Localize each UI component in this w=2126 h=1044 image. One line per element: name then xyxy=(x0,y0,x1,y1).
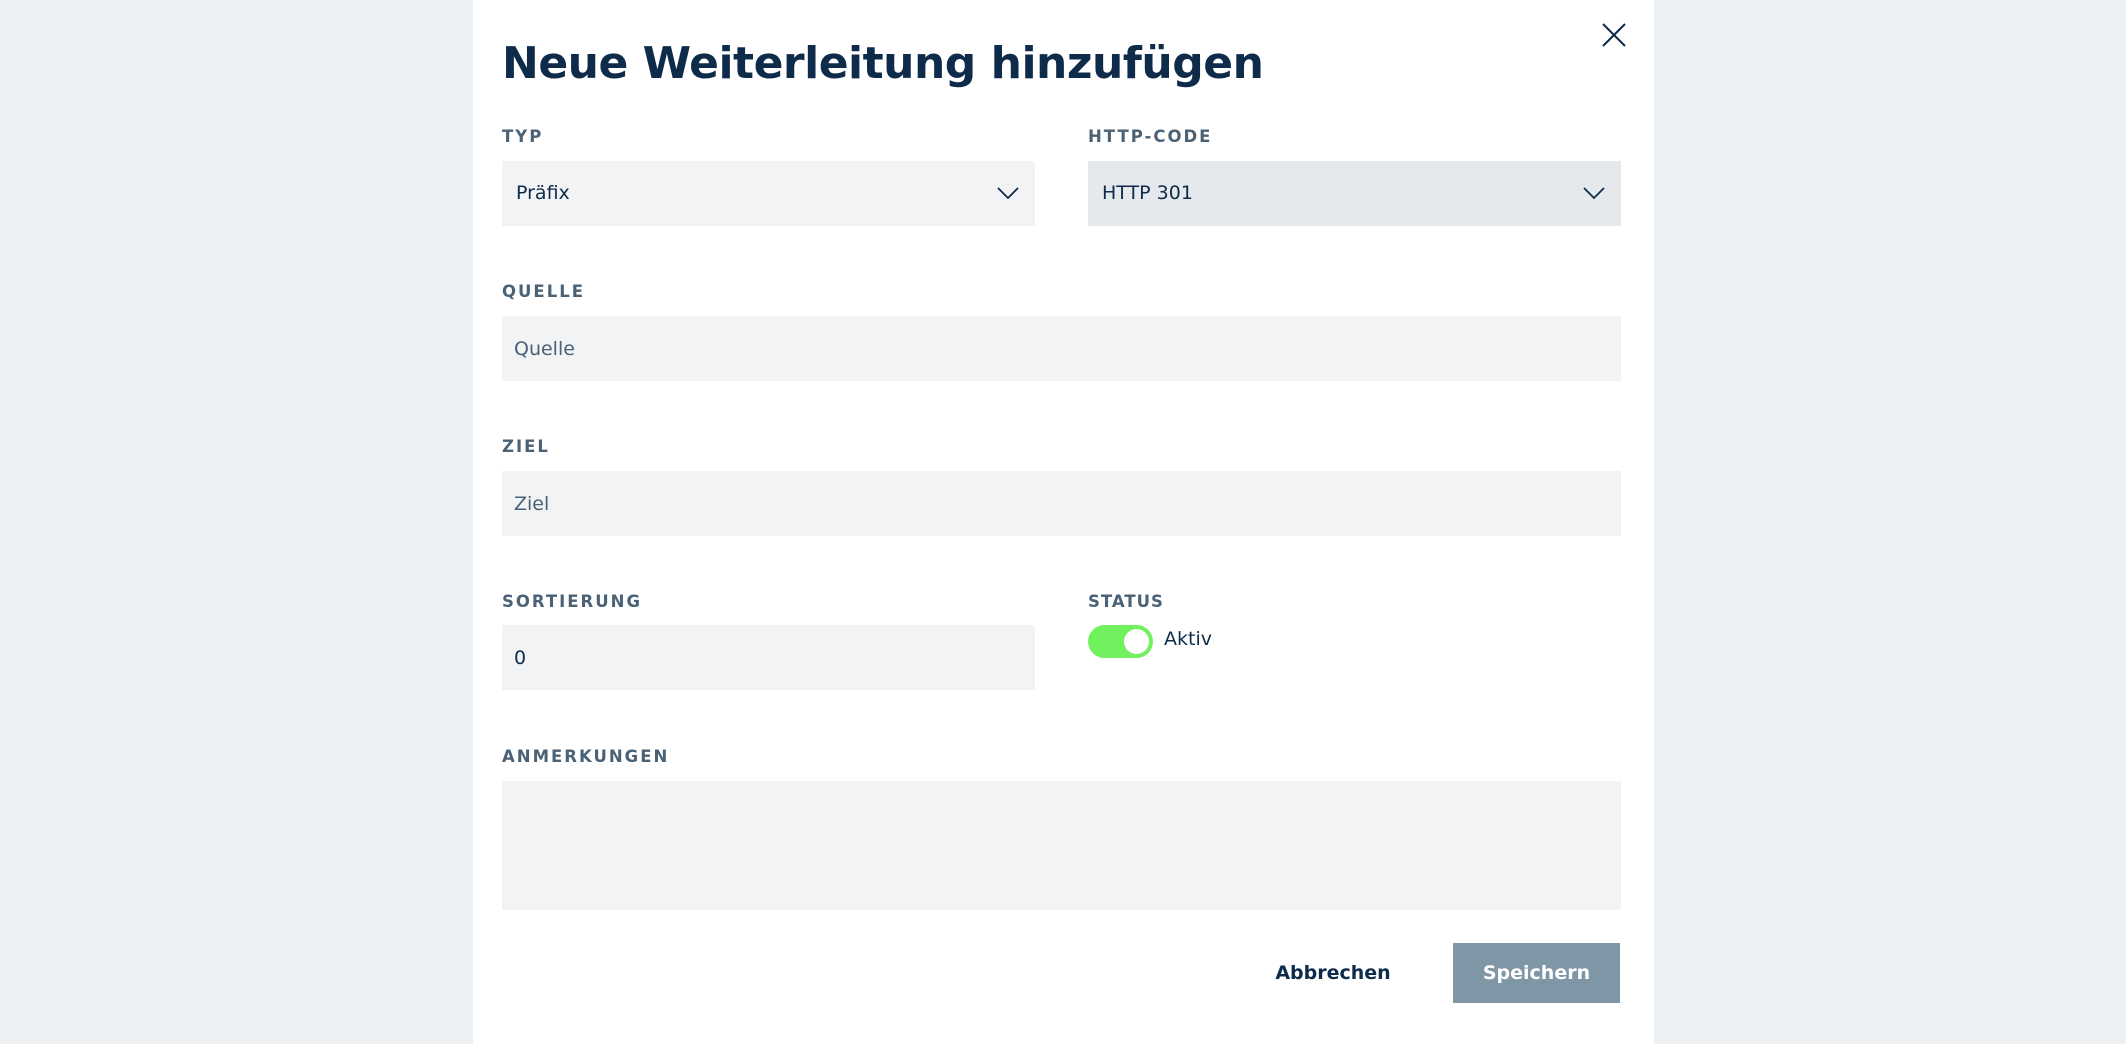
http-code-select[interactable]: HTTP 301 xyxy=(1088,161,1621,226)
anmerkungen-textarea[interactable] xyxy=(502,781,1621,910)
ziel-input[interactable] xyxy=(502,471,1621,536)
chevron-down-icon xyxy=(1583,187,1605,200)
quelle-input[interactable] xyxy=(502,316,1621,381)
dialog-title: Neue Weiterleitung hinzufügen xyxy=(502,38,1264,89)
http-code-select-value: HTTP 301 xyxy=(1102,182,1193,204)
redirect-dialog: Neue Weiterleitung hinzufügen TYP Präfix… xyxy=(473,0,1654,1044)
chevron-down-icon xyxy=(997,187,1019,200)
quelle-label: QUELLE xyxy=(502,282,585,301)
status-label: STATUS xyxy=(1088,592,1164,611)
close-button[interactable] xyxy=(1601,22,1627,48)
status-toggle[interactable] xyxy=(1088,625,1153,658)
status-toggle-label: Aktiv xyxy=(1164,628,1212,650)
ziel-label: ZIEL xyxy=(502,437,550,456)
sortierung-input[interactable] xyxy=(502,625,1035,690)
anmerkungen-label: ANMERKUNGEN xyxy=(502,747,670,766)
cancel-button[interactable]: Abbrechen xyxy=(1263,943,1403,1003)
toggle-knob xyxy=(1124,629,1149,654)
typ-select-value: Präfix xyxy=(516,182,570,204)
typ-select[interactable]: Präfix xyxy=(502,161,1035,226)
typ-label: TYP xyxy=(502,127,544,146)
sortierung-label: SORTIERUNG xyxy=(502,592,642,611)
http-code-label: HTTP-CODE xyxy=(1088,127,1213,146)
close-icon xyxy=(1602,23,1626,47)
save-button[interactable]: Speichern xyxy=(1453,943,1620,1003)
